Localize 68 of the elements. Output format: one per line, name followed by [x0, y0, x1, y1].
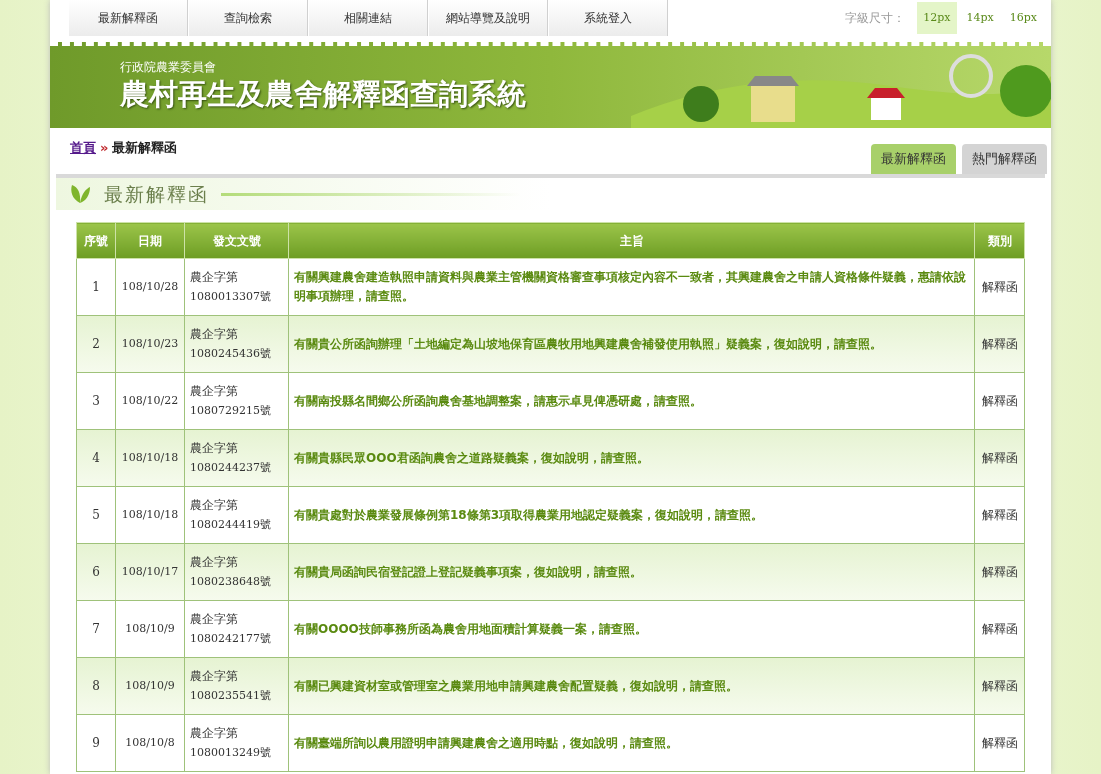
- document-prefix: 農企字第: [190, 269, 239, 286]
- document-number: 1080245436號: [190, 346, 272, 362]
- document-number: 1080013249號: [190, 745, 272, 761]
- table-cell: 4: [76, 429, 116, 487]
- banner-title: 農村再生及農舍解釋函查詢系統: [120, 76, 526, 113]
- document-prefix: 農企字第: [190, 326, 239, 343]
- nav-tab[interactable]: 相關連結: [308, 0, 428, 36]
- font-size-option[interactable]: 16px: [1003, 2, 1043, 34]
- home-link[interactable]: 首頁: [70, 138, 96, 158]
- document-prefix: 農企字第: [190, 725, 239, 742]
- column-header: 類別: [974, 222, 1025, 259]
- table-cell: 108/10/9: [115, 657, 185, 715]
- table-cell: 解釋函: [974, 600, 1025, 658]
- table-cell: 7: [76, 600, 116, 658]
- breadcrumb-current: 最新解釋函: [112, 139, 178, 157]
- view-tab[interactable]: 熱門解釋函: [962, 144, 1047, 174]
- document-prefix: 農企字第: [190, 611, 239, 628]
- table-cell: 3: [76, 372, 116, 430]
- table-cell: 解釋函: [974, 429, 1025, 487]
- column-header: 主旨: [288, 222, 975, 259]
- nav-tab[interactable]: 查詢檢索: [188, 0, 308, 36]
- table-cell: 解釋函: [974, 657, 1025, 715]
- document-prefix: 農企字第: [190, 554, 239, 571]
- table-cell: 108/10/17: [115, 543, 185, 601]
- column-header: 序號: [76, 222, 116, 259]
- table-cell: 6: [76, 543, 116, 601]
- document-prefix: 農企字第: [190, 668, 239, 685]
- table-cell: 5: [76, 486, 116, 544]
- table-cell: 解釋函: [974, 714, 1025, 772]
- table-cell: 解釋函: [974, 543, 1025, 601]
- document-number: 1080013307號: [190, 289, 272, 305]
- table-cell: 108/10/28: [115, 258, 185, 316]
- document-prefix: 農企字第: [190, 383, 239, 400]
- section-title: 最新解釋函: [104, 181, 209, 207]
- nav-tab[interactable]: 系統登入: [548, 0, 668, 36]
- nav-tab[interactable]: 網站導覽及說明: [428, 0, 548, 36]
- table-cell: 108/10/9: [115, 600, 185, 658]
- font-size-option[interactable]: 14px: [960, 2, 1000, 34]
- leaf-icon: [68, 183, 92, 205]
- table-cell: 9: [76, 714, 116, 772]
- banner-subtitle: 行政院農業委員會: [120, 59, 217, 76]
- font-size-option[interactable]: 12px: [917, 2, 957, 34]
- table-cell: 解釋函: [974, 315, 1025, 373]
- document-number: 1080242177號: [190, 631, 272, 647]
- document-prefix: 農企字第: [190, 497, 239, 514]
- table-cell: 解釋函: [974, 486, 1025, 544]
- table-cell: 108/10/23: [115, 315, 185, 373]
- document-prefix: 農企字第: [190, 440, 239, 457]
- table-cell: 解釋函: [974, 372, 1025, 430]
- nav-tab[interactable]: 最新解釋函: [68, 0, 188, 36]
- document-number: 1080235541號: [190, 688, 272, 704]
- view-tab[interactable]: 最新解釋函: [871, 144, 956, 174]
- table-cell: 2: [76, 315, 116, 373]
- table-cell: 解釋函: [974, 258, 1025, 316]
- table-cell: 8: [76, 657, 116, 715]
- table-cell: 108/10/18: [115, 486, 185, 544]
- document-number: 1080244237號: [190, 460, 272, 476]
- table-cell: 1: [76, 258, 116, 316]
- table-cell: 108/10/18: [115, 429, 185, 487]
- column-header: 日期: [115, 222, 185, 259]
- font-size-label: 字級尺寸：: [845, 10, 906, 27]
- document-number: 1080238648號: [190, 574, 272, 590]
- breadcrumb-separator: »: [100, 139, 109, 157]
- document-number: 1080729215號: [190, 403, 272, 419]
- document-number: 1080244419號: [190, 517, 272, 533]
- column-header: 發文文號: [184, 222, 289, 259]
- table-cell: 108/10/22: [115, 372, 185, 430]
- table-cell: 108/10/8: [115, 714, 185, 772]
